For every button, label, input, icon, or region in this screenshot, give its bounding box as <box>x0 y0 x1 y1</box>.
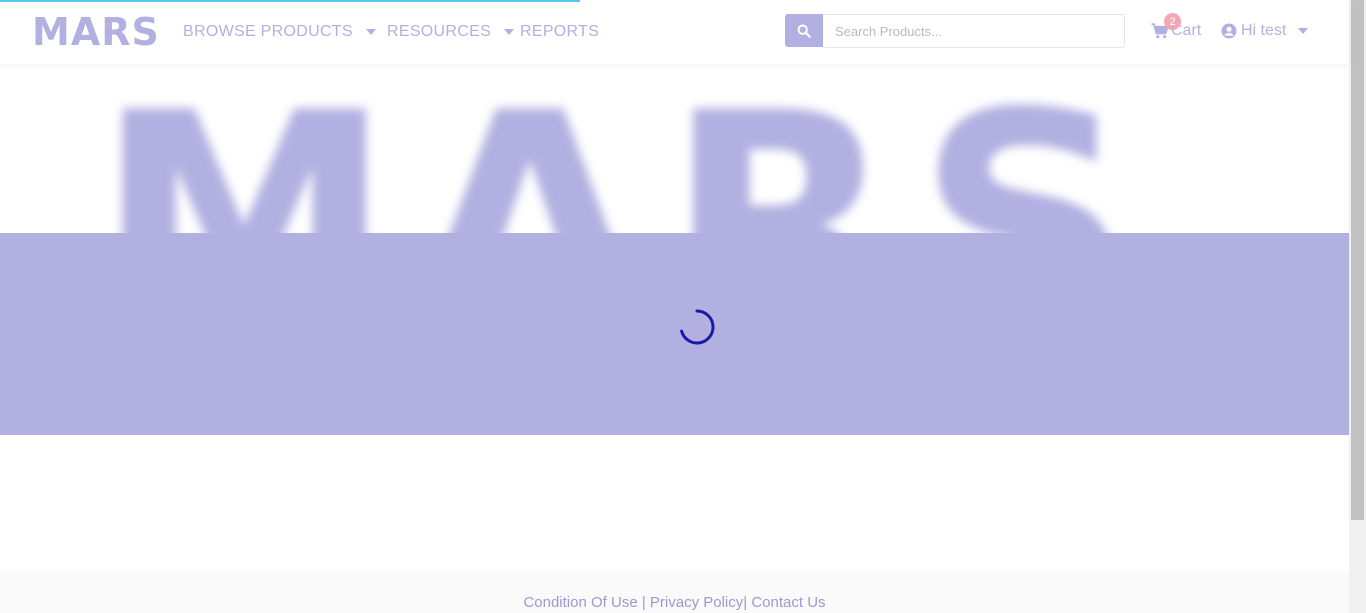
hero-logo-blurred: MARS <box>95 74 1153 235</box>
vertical-scrollbar[interactable] <box>1349 0 1366 613</box>
footer: Condition Of Use | Privacy Policy| Conta… <box>0 571 1349 613</box>
page-progress-bar <box>0 0 1349 2</box>
footer-link-contact-us[interactable]: Contact Us <box>751 594 825 611</box>
search-icon <box>797 24 811 38</box>
logo[interactable]: MARS <box>32 9 160 55</box>
chevron-down-icon <box>1298 28 1309 34</box>
cart-count-badge: 2 <box>1164 13 1181 30</box>
nav-reports[interactable]: REPORTS <box>520 22 599 42</box>
nav-browse-products-label: BROWSE PRODUCTS <box>183 23 353 40</box>
search-button[interactable] <box>785 14 823 47</box>
scrollbar-thumb[interactable] <box>1351 0 1364 520</box>
page: MARS BROWSE PRODUCTS RESOURCES REPORTS S… <box>0 0 1366 613</box>
loading-spinner-icon <box>680 309 715 345</box>
footer-link-privacy-policy[interactable]: Privacy Policy <box>650 594 743 611</box>
footer-separator: | <box>637 594 650 611</box>
nav-resources[interactable]: RESOURCES <box>387 22 515 42</box>
page-progress-fill <box>0 0 581 2</box>
footer-link-condition-of-use[interactable]: Condition Of Use <box>523 594 637 611</box>
loading-overlay <box>0 233 1349 435</box>
search-input[interactable] <box>823 14 1125 48</box>
user-greeting: Hi test <box>1241 22 1287 39</box>
hero-banner: MARS <box>0 64 1349 234</box>
chevron-down-icon <box>365 29 376 35</box>
chevron-down-icon <box>504 29 515 35</box>
user-menu[interactable]: Hi test <box>1221 21 1309 41</box>
user-circle-icon <box>1221 23 1237 39</box>
nav-resources-label: RESOURCES <box>387 23 492 40</box>
navbar: MARS BROWSE PRODUCTS RESOURCES REPORTS S… <box>0 0 1349 64</box>
nav-browse-products[interactable]: BROWSE PRODUCTS <box>183 22 376 42</box>
nav-reports-label: REPORTS <box>520 23 600 40</box>
